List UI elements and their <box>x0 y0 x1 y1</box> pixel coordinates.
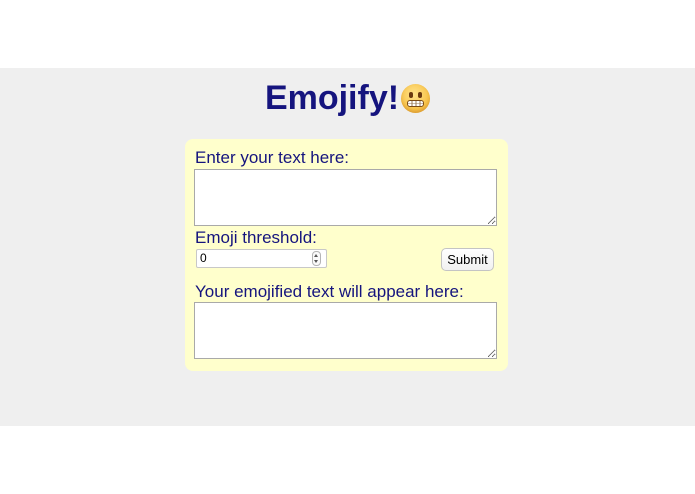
header: Emojify! <box>0 77 695 119</box>
emojify-form-card: Enter your text here: Emoji threshold: 0… <box>185 139 508 371</box>
threshold-number-input[interactable]: 0 <box>196 249 327 268</box>
emoji-teeth <box>407 99 425 107</box>
input-label: Enter your text here: <box>195 148 350 167</box>
output-textarea[interactable] <box>194 302 497 359</box>
page: Emojify! Enter your text here: Emoji thr… <box>0 0 695 494</box>
output-label: Your emojified text will appear here: <box>195 282 464 301</box>
stepper-up-icon[interactable] <box>314 254 318 257</box>
threshold-value: 0 <box>200 251 207 265</box>
threshold-stepper[interactable] <box>312 251 321 266</box>
threshold-label: Emoji threshold: <box>195 228 317 247</box>
grimacing-face-icon <box>401 83 431 113</box>
page-title: Emojify! <box>264 79 400 117</box>
input-textarea[interactable] <box>194 169 497 226</box>
submit-button[interactable]: Submit <box>441 248 494 271</box>
stepper-down-icon[interactable] <box>314 260 318 263</box>
emoji-right-eye <box>418 91 423 98</box>
emoji-left-eye <box>409 91 414 98</box>
